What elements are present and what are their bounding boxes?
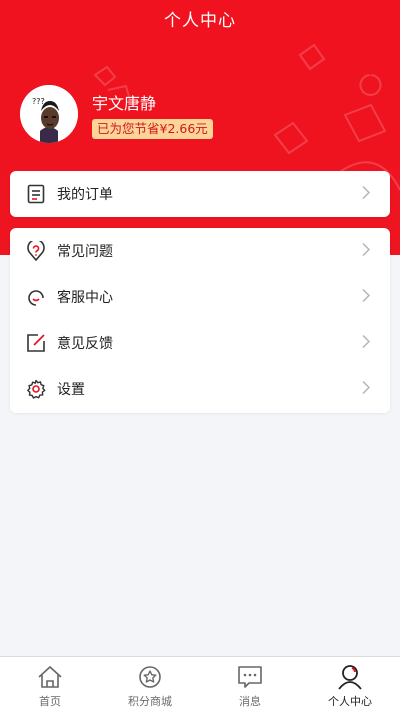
username: 宇文唐静 (92, 94, 157, 113)
gear-icon (26, 379, 46, 399)
avatar-caption: ??? (32, 97, 45, 106)
question-pin-icon (26, 241, 46, 261)
orders-card: 我的订单 (10, 171, 390, 217)
edit-feedback-icon (26, 333, 46, 353)
menu-item-faq[interactable]: 常见问题 (10, 228, 390, 274)
user-icon (337, 664, 363, 690)
avatar-portrait-icon: ??? (20, 85, 78, 143)
page-title: 个人中心 (164, 11, 236, 31)
menu-item-settings[interactable]: 设置 (10, 366, 390, 412)
menu-item-label: 常见问题 (57, 244, 113, 260)
points-star-icon (137, 664, 163, 690)
tab-label: 首页 (39, 695, 61, 708)
order-list-icon (26, 184, 46, 204)
headset-icon (26, 287, 46, 307)
chevron-right-icon (362, 288, 371, 307)
chevron-right-icon (362, 242, 371, 261)
menu-item-feedback[interactable]: 意见反馈 (10, 320, 390, 366)
chevron-right-icon (362, 334, 371, 353)
menu-item-customer-service[interactable]: 客服中心 (10, 274, 390, 320)
avatar[interactable]: ??? (20, 85, 78, 143)
bottom-tab-bar: 首页 积分商城 消息 个人中心 (0, 656, 400, 711)
menu-item-label: 设置 (57, 382, 85, 398)
tab-home[interactable]: 首页 (0, 657, 100, 711)
tab-points-mall[interactable]: 积分商城 (100, 657, 200, 711)
menu-card: 常见问题 客服中心 意见反馈 设置 (10, 228, 390, 413)
home-icon (37, 664, 63, 690)
menu-item-label: 客服中心 (57, 290, 113, 306)
tab-label: 积分商城 (128, 695, 172, 708)
my-orders-row[interactable]: 我的订单 (10, 171, 390, 217)
tab-profile[interactable]: 个人中心 (300, 657, 400, 711)
chevron-right-icon (362, 185, 371, 204)
menu-item-label: 意见反馈 (57, 336, 113, 352)
savings-badge: 已为您节省¥2.66元 (92, 119, 213, 139)
message-icon (237, 664, 263, 690)
tab-label: 个人中心 (328, 695, 372, 708)
tab-label: 消息 (239, 695, 261, 708)
chevron-right-icon (362, 380, 371, 399)
my-orders-label: 我的订单 (57, 187, 113, 203)
tab-messages[interactable]: 消息 (200, 657, 300, 711)
